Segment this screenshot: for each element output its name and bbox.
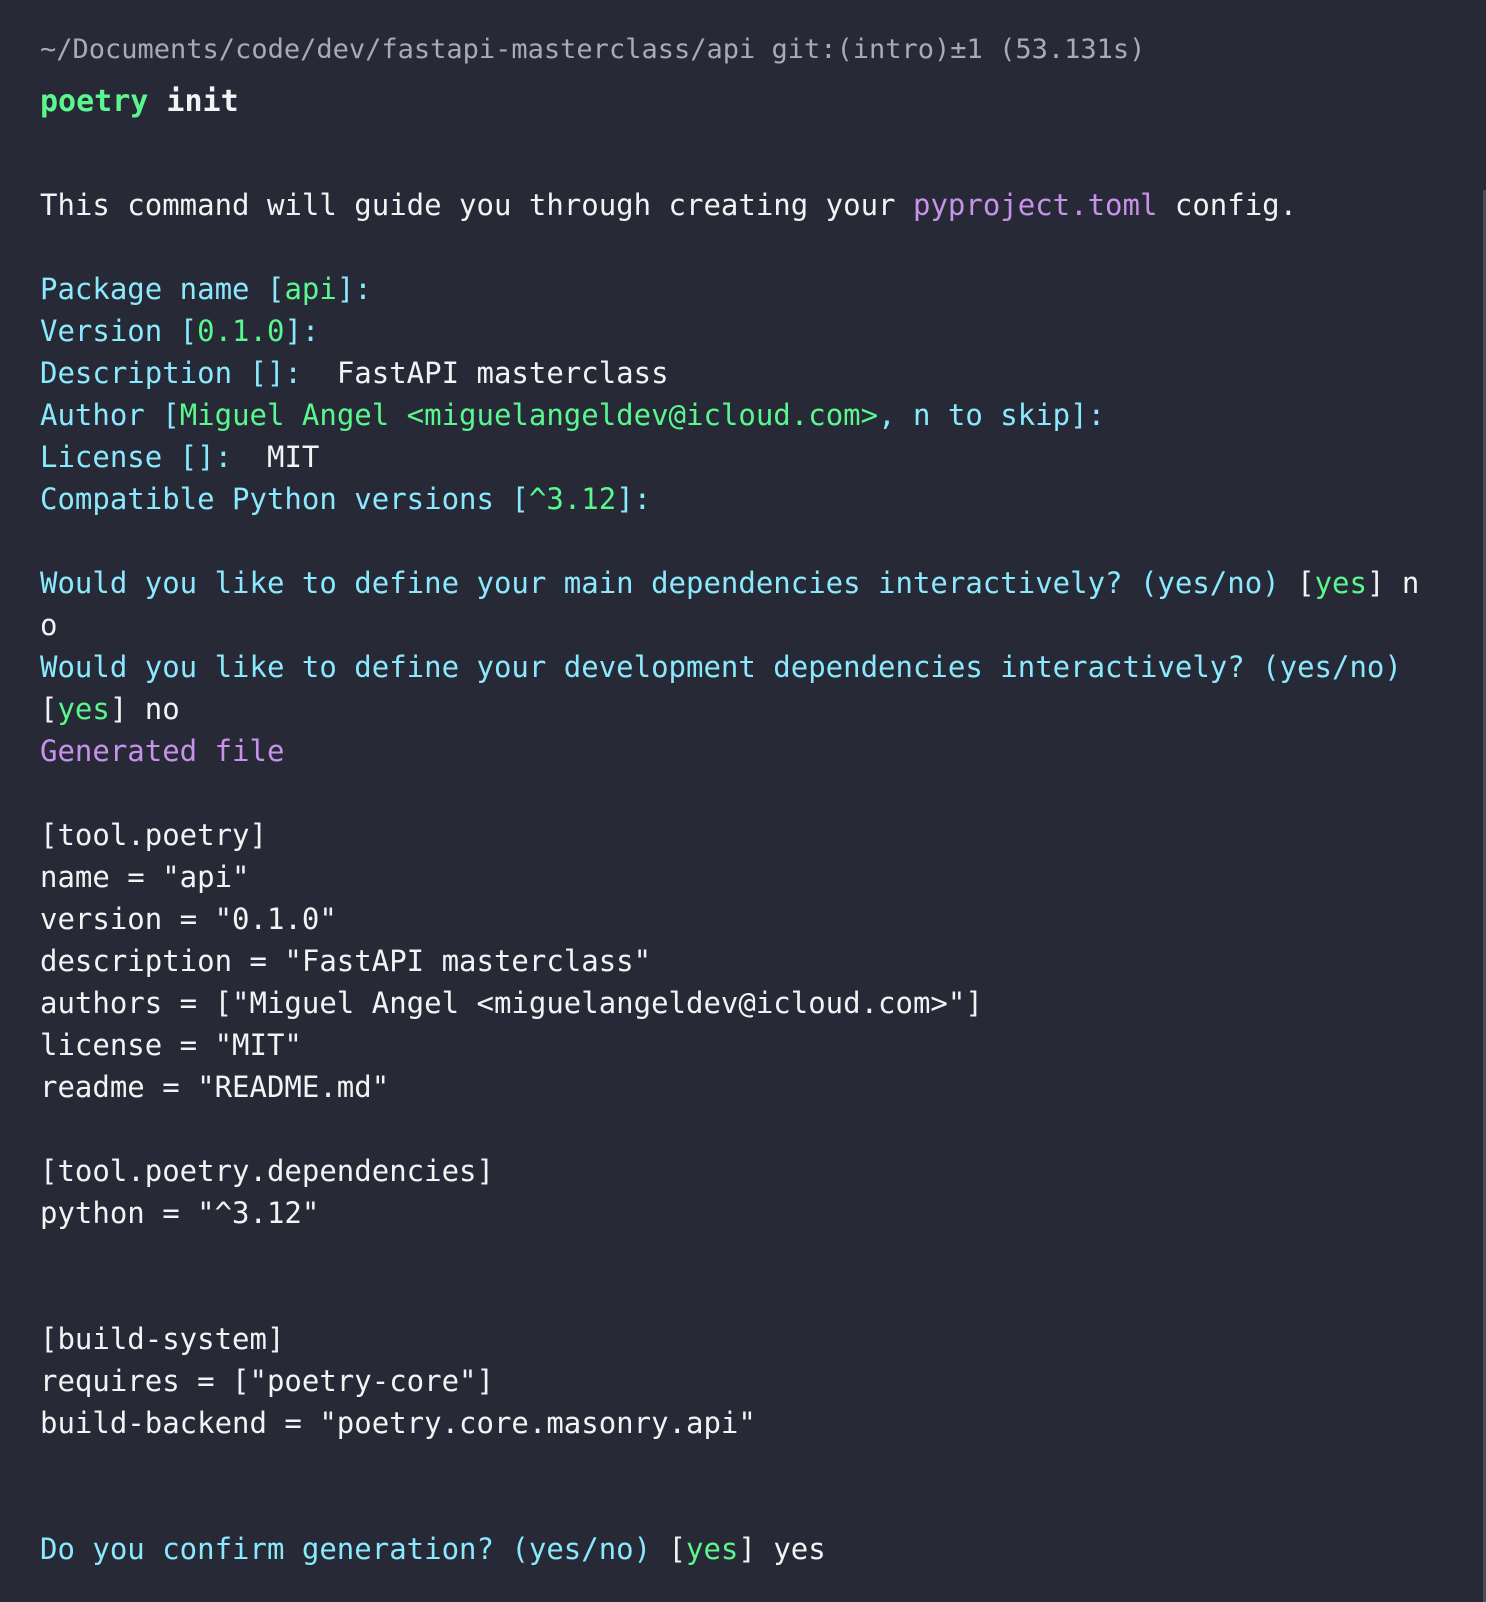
question-answer: FastAPI masterclass [301,356,669,390]
generated-file-label: Generated file [40,734,285,768]
question-label: Compatible Python versions [ [40,482,529,516]
question-label: Would you like to define your main depen… [40,566,1298,600]
question-label: License []: [40,440,233,474]
bracket-close: ] [738,1532,756,1566]
intro-text: This command will guide you through crea… [40,188,913,222]
file-line: description = "FastAPI masterclass" [40,944,652,978]
command-arg: init [148,84,239,119]
question-answer: MIT [232,440,320,474]
question-license: License []: MIT [40,437,319,477]
bracket-close: ] [109,692,128,726]
question-default: Miguel Angel <miguelangeldev@icloud.com> [179,398,879,432]
question-description: Description []: FastAPI masterclass [40,353,669,393]
question-label: Would you like to define your developmen… [40,650,1402,684]
file-line: version = "0.1.0" [40,902,337,936]
file-line: authors = ["Miguel Angel <miguelangeldev… [40,986,983,1020]
question-suffix: ]: [336,272,372,306]
command-name: poetry [40,84,149,119]
question-dev-dependencies-wrap: [yes] no [40,689,180,729]
question-answer: no [127,692,180,726]
question-suffix: ]: [284,314,320,348]
question-label: Author [ [40,398,180,432]
file-line: build-backend = "poetry.core.masonry.api… [40,1406,756,1440]
file-line: [tool.poetry.dependencies] [40,1154,494,1188]
question-default: ^3.12 [528,482,617,516]
question-version: Version [0.1.0]: [40,311,319,351]
question-suffix: , n to skip]: [878,398,1106,432]
intro-suffix: config. [1157,188,1298,222]
file-line: python = "^3.12" [40,1196,320,1230]
bracket-open: [ [1297,566,1315,600]
file-line: readme = "README.md" [40,1070,390,1104]
question-answer: n [1384,566,1420,600]
question-confirm-generation: Do you confirm generation? (yes/no) [yes… [40,1529,826,1569]
question-dev-dependencies: Would you like to define your developmen… [40,647,1402,687]
bracket-open: [ [40,692,58,726]
question-answer: yes [755,1532,826,1566]
file-line: requires = ["poetry-core"] [40,1364,494,1398]
terminal-window[interactable]: ~/Documents/code/dev/fastapi-masterclass… [0,0,1486,1602]
question-default: yes [1314,566,1367,600]
file-line: [tool.poetry] [40,818,267,852]
file-line: license = "MIT" [40,1028,302,1062]
question-package-name: Package name [api]: [40,269,372,309]
question-main-dependencies: Would you like to define your main depen… [40,563,1419,603]
question-label: Do you confirm generation? (yes/no) [40,1532,669,1566]
bracket-close: ] [1366,566,1385,600]
command-line: poetry init [40,82,239,122]
question-label: Package name [ [40,272,285,306]
prompt-path: ~/Documents/code/dev/fastapi-masterclass… [40,34,1146,65]
question-suffix: ]: [616,482,652,516]
file-line: [build-system] [40,1322,285,1356]
question-label: Version [ [40,314,198,348]
question-default: api [284,272,337,306]
question-main-dependencies-wrap: o [40,608,58,642]
question-python-versions: Compatible Python versions [^3.12]: [40,479,651,519]
intro-line: This command will guide you through crea… [40,185,1297,225]
question-default: yes [686,1532,739,1566]
bracket-open: [ [668,1532,687,1566]
question-default: yes [57,692,110,726]
intro-file: pyproject.toml [912,188,1158,222]
question-label: Description []: [40,356,302,390]
question-default: 0.1.0 [197,314,285,348]
question-author: Author [Miguel Angel <miguelangeldev@icl… [40,395,1105,435]
file-line: name = "api" [40,860,250,894]
